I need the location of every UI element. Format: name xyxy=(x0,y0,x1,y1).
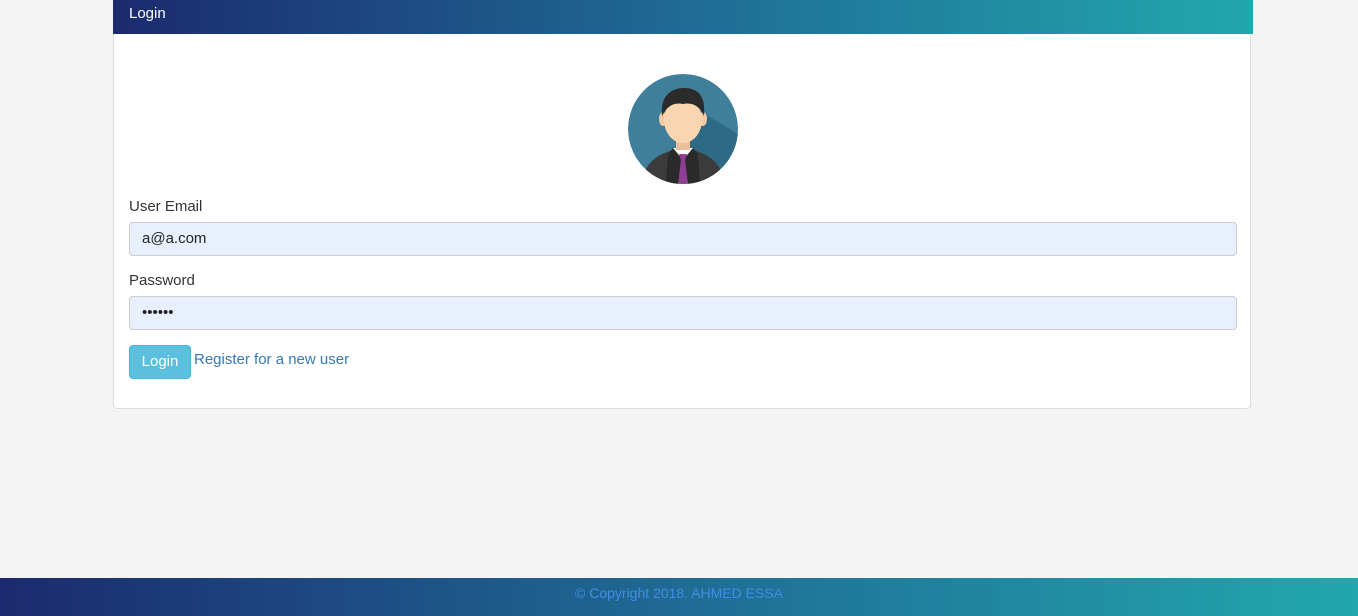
login-button[interactable]: Login xyxy=(129,345,191,379)
email-field[interactable]: a@a.com xyxy=(129,222,1237,256)
email-label: User Email xyxy=(129,198,203,215)
panel-title: Login xyxy=(113,0,1253,34)
user-avatar-icon xyxy=(628,74,738,184)
register-link[interactable]: Register for a new user xyxy=(194,351,349,368)
login-panel: Login User Email a@a.com Password ••••••… xyxy=(113,0,1253,409)
password-label: Password xyxy=(129,272,195,289)
copyright-text: © Copyright 2018. AHMED ESSA xyxy=(575,585,783,601)
footer: © Copyright 2018. AHMED ESSA xyxy=(0,578,1358,616)
password-field[interactable]: •••••• xyxy=(129,296,1237,330)
